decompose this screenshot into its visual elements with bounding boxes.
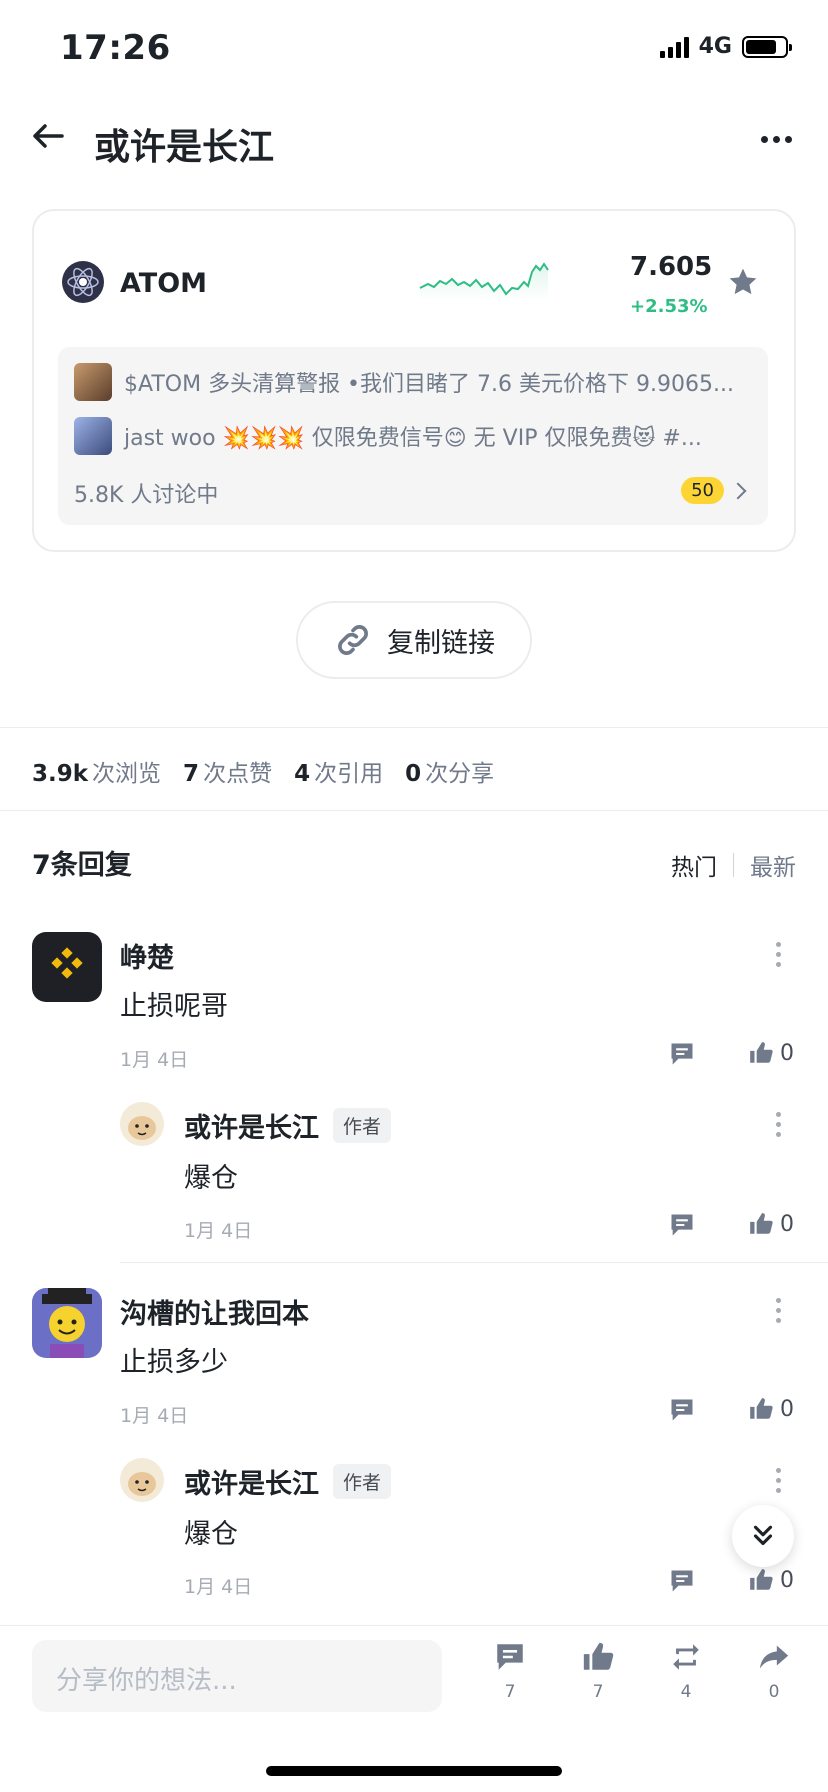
discussion-post[interactable]: $ATOM 多头清算警报 •我们目睹了 7.6 美元价格下 9.9065... xyxy=(74,363,734,401)
divider xyxy=(0,727,828,728)
comment-more-icon[interactable] xyxy=(776,1298,781,1323)
comment-more-icon[interactable] xyxy=(776,942,781,967)
repost-icon xyxy=(673,1644,699,1670)
divider xyxy=(0,810,828,811)
avatar[interactable] xyxy=(120,1102,164,1146)
sort-tabs: 热门 最新 xyxy=(671,848,796,882)
comment-action[interactable]: 7 xyxy=(480,1640,540,1702)
comment-date: 1月 4日 xyxy=(184,1576,253,1598)
like-button[interactable]: 0 xyxy=(748,1567,794,1593)
comment-date: 1月 4日 xyxy=(120,1405,189,1427)
price-sparkline xyxy=(418,258,550,304)
share-action[interactable]: 0 xyxy=(744,1640,804,1702)
discussion-post[interactable]: jast woo 💥💥💥 仅限免费信号😊 无 VIP 仅限免费😻 #... xyxy=(74,417,702,455)
network-label: 4G xyxy=(698,34,732,59)
repost-action[interactable]: 4 xyxy=(656,1640,716,1702)
home-indicator xyxy=(266,1766,562,1776)
thumbs-up-icon xyxy=(583,1642,614,1670)
status-indicators: 4G xyxy=(659,34,792,59)
stat-shares: 0 次分享 xyxy=(405,761,495,787)
author-tag: 作者 xyxy=(333,1464,392,1499)
signal-icon xyxy=(659,36,689,58)
comment-author[interactable]: 或许是长江 xyxy=(184,1462,319,1501)
divider xyxy=(733,853,734,877)
like-button[interactable]: 0 xyxy=(748,1040,794,1066)
thumbs-up-icon xyxy=(750,1213,773,1234)
more-options-icon[interactable] xyxy=(761,136,792,143)
scroll-down-button[interactable] xyxy=(732,1505,794,1567)
comment-author[interactable]: 峥楚 xyxy=(120,936,174,975)
reply-icon[interactable] xyxy=(668,1396,696,1428)
comment-more-icon[interactable] xyxy=(776,1112,781,1137)
avatar[interactable] xyxy=(32,932,102,1002)
divider xyxy=(120,1262,828,1263)
link-icon xyxy=(338,625,368,655)
comment-text: 爆仓 xyxy=(184,1163,238,1194)
sort-hot-tab[interactable]: 热门 xyxy=(671,848,717,882)
atom-coin-icon xyxy=(62,261,104,303)
author-tag: 作者 xyxy=(333,1108,392,1143)
reply-icon[interactable] xyxy=(668,1567,696,1599)
page-title: 或许是长江 xyxy=(94,127,275,168)
stat-likes: 7 次点赞 xyxy=(183,761,273,787)
comment-icon xyxy=(497,1644,523,1670)
copy-link-label: 复制链接 xyxy=(387,627,495,659)
share-icon xyxy=(759,1645,789,1669)
battery-icon xyxy=(742,35,792,58)
double-chevron-down-icon xyxy=(753,1525,773,1546)
star-icon[interactable] xyxy=(727,266,759,302)
discussing-count: 5.8K 人讨论中 xyxy=(74,483,219,508)
comment-text: 爆仓 xyxy=(184,1519,238,1550)
comment-more-icon[interactable] xyxy=(776,1468,781,1493)
reply-icon[interactable] xyxy=(668,1040,696,1072)
status-time: 17:26 xyxy=(60,28,171,68)
chevron-right-icon[interactable] xyxy=(729,482,747,500)
coin-change: +2.53% xyxy=(630,296,708,317)
copy-link-button[interactable]: 复制链接 xyxy=(296,601,532,679)
sort-new-tab[interactable]: 最新 xyxy=(750,848,796,882)
avatar[interactable] xyxy=(32,1288,102,1358)
comment-date: 1月 4日 xyxy=(120,1049,189,1071)
post-stats: 3.9k 次浏览 7 次点赞 4 次引用 0 次分享 xyxy=(32,754,494,788)
coin-price: 7.605 xyxy=(630,252,713,282)
avatar xyxy=(74,363,112,401)
reply-icon[interactable] xyxy=(668,1211,696,1243)
comment-author[interactable]: 或许是长江 xyxy=(184,1106,319,1145)
like-button[interactable]: 0 xyxy=(748,1396,794,1422)
like-action[interactable]: 7 xyxy=(568,1640,628,1702)
comment-date: 1月 4日 xyxy=(184,1220,253,1242)
reply-author-row: 或许是长江 作者 xyxy=(184,1106,392,1145)
avatar xyxy=(74,417,112,455)
avatar[interactable] xyxy=(120,1458,164,1502)
reply-author-row: 或许是长江 作者 xyxy=(184,1462,392,1501)
comment-input[interactable]: 分享你的想法... xyxy=(32,1640,442,1712)
thumbs-up-icon xyxy=(750,1398,773,1419)
discussion-preview[interactable]: $ATOM 多头清算警报 •我们目睹了 7.6 美元价格下 9.9065... … xyxy=(58,347,768,525)
comment-author[interactable]: 沟槽的让我回本 xyxy=(120,1292,309,1331)
stat-quotes: 4 次引用 xyxy=(294,761,384,787)
comment-text: 止损呢哥 xyxy=(120,991,228,1022)
stat-views: 3.9k 次浏览 xyxy=(32,761,162,787)
replies-title: 7条回复 xyxy=(32,850,132,881)
comment-text: 止损多少 xyxy=(120,1347,228,1378)
like-button[interactable]: 0 xyxy=(748,1211,794,1237)
back-arrow-icon[interactable] xyxy=(30,118,70,158)
thumbs-up-icon xyxy=(750,1042,773,1063)
coin-name: ATOM xyxy=(120,268,208,299)
discussion-badge: 50 xyxy=(681,477,724,504)
thumbs-up-icon xyxy=(750,1569,773,1590)
